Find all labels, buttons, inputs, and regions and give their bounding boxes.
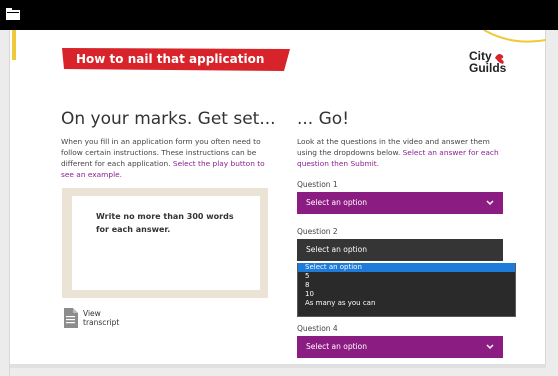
left-heading: On your marks. Get set... bbox=[61, 109, 276, 129]
bottom-margin bbox=[10, 368, 546, 376]
top-bar bbox=[0, 0, 558, 30]
accent-strip bbox=[12, 30, 16, 60]
right-heading: ... Go! bbox=[297, 109, 350, 129]
chevron-down-icon bbox=[486, 200, 494, 206]
chevron-down-icon bbox=[486, 344, 494, 350]
document-icon[interactable] bbox=[64, 308, 78, 328]
dropdown-option-as-many[interactable]: As many as you can bbox=[298, 299, 515, 308]
banner-title: How to nail that application bbox=[76, 52, 265, 66]
right-instructions: Look at the questions in the video and a… bbox=[297, 136, 511, 169]
question-4-select[interactable]: Select an option bbox=[297, 336, 503, 358]
video-caption: Write no more than 300 words for each an… bbox=[96, 212, 234, 234]
folder-icon[interactable] bbox=[6, 8, 20, 20]
question-1-value: Select an option bbox=[306, 198, 367, 207]
question-4-value: Select an option bbox=[306, 342, 367, 351]
logo-mark-icon bbox=[495, 54, 504, 64]
dropdown-option-10[interactable]: 10 bbox=[298, 290, 515, 299]
left-margin-border bbox=[9, 30, 10, 376]
question-1-select[interactable]: Select an option bbox=[297, 192, 503, 214]
dropdown-option-5[interactable]: 5 bbox=[298, 272, 515, 281]
dropdown-option-select[interactable]: Select an option bbox=[298, 263, 515, 272]
dropdown-option-8[interactable]: 8 bbox=[298, 281, 515, 290]
right-margin-border bbox=[545, 30, 546, 376]
question-4-label: Question 4 bbox=[297, 324, 338, 333]
decorative-arc bbox=[483, 30, 546, 43]
right-margin bbox=[546, 30, 558, 376]
question-1-label: Question 1 bbox=[297, 180, 338, 189]
view-transcript-line2: transcript bbox=[83, 318, 120, 327]
view-transcript-line1: View bbox=[83, 309, 101, 318]
question-2-label: Question 2 bbox=[297, 227, 338, 236]
left-instructions: When you fill in an application form you… bbox=[61, 136, 271, 180]
question-2-select[interactable]: Select an option bbox=[297, 239, 503, 261]
view-transcript-link[interactable]: View transcript bbox=[83, 309, 119, 327]
question-2-value: Select an option bbox=[306, 245, 367, 254]
